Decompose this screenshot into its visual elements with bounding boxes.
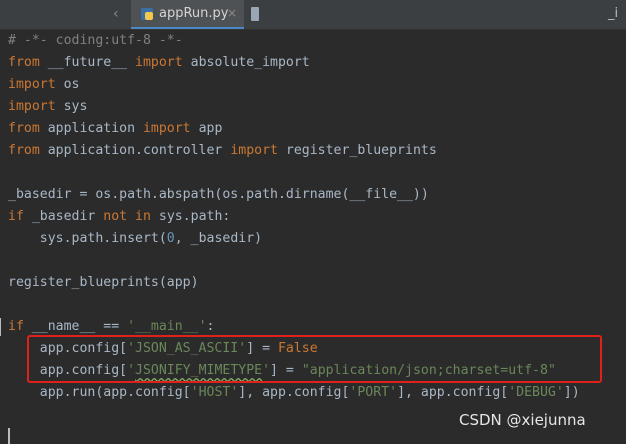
code-line-10: sys.path.insert(0, _basedir)	[8, 231, 263, 246]
watermark: CSDN @xiejunna	[459, 411, 586, 429]
code-line-9: if _basedir not in sys.path:	[8, 209, 231, 224]
code-line-5: from application import app	[8, 121, 223, 136]
editor-tab-bar: ‹ appRun.py × _i	[0, 0, 626, 30]
code-line-8: _basedir = os.path.abspath(os.path.dirna…	[8, 187, 429, 202]
code-line-12: register_blueprints(app)	[8, 275, 199, 290]
python-file-icon	[141, 8, 153, 20]
file-icon	[251, 7, 259, 21]
code-line-6: from application.controller import regis…	[8, 143, 437, 158]
next-tab-label[interactable]: _i	[608, 6, 618, 21]
tab-label: appRun.py	[159, 6, 229, 21]
annotation-highlight-box	[27, 335, 602, 383]
text-caret	[8, 428, 10, 444]
code-line-3: import os	[8, 77, 80, 92]
code-line-1: # -*- coding:utf-8 -*-	[8, 33, 183, 48]
tab-apprun-py[interactable]: appRun.py ×	[131, 0, 244, 29]
previous-tab[interactable]	[0, 0, 98, 29]
tab-close-icon[interactable]: ×	[227, 6, 237, 20]
fold-marker	[0, 318, 1, 336]
code-line-2: from __future__ import absolute_import	[8, 55, 310, 70]
code-line-17: app.run(app.config['HOST'], app.config['…	[8, 385, 580, 400]
tab-scroll-left-icon[interactable]: ‹	[113, 6, 119, 22]
code-line-4: import sys	[8, 99, 88, 114]
